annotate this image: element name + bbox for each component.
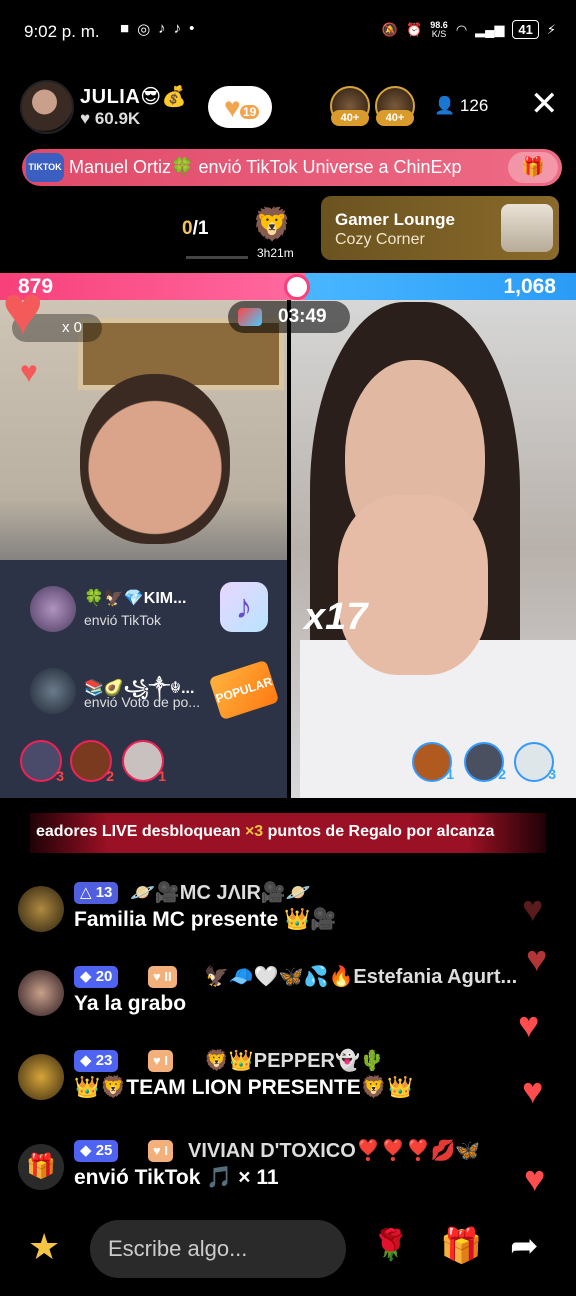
bottom-bar: ★ Escribe algo... 🌹 🎁 ➦ (0, 1210, 576, 1296)
commenter-name[interactable]: 🦅🧢🤍🦋💦🔥Estefania Agurt... (204, 964, 517, 989)
fan-badge: ♥ II (148, 966, 177, 988)
floating-heart-icon: ♥ (518, 1004, 540, 1045)
host-name[interactable]: JULIA😎💰 (80, 84, 187, 109)
level-badge: ◆ 20 (74, 966, 119, 988)
commenter-avatar[interactable] (18, 886, 64, 932)
more-dot-icon: • (189, 20, 195, 37)
heart-icon: ♥ (224, 92, 241, 123)
left-person-face (80, 374, 230, 544)
supporter-avatar[interactable]: 1 (412, 742, 454, 782)
commenter-avatar[interactable] (18, 970, 64, 1016)
right-person-hands (338, 495, 488, 675)
battery-indicator: 41 (512, 20, 539, 39)
gift-multiplier: x17 (304, 596, 368, 638)
tiktok-icon-2: ♪ (173, 20, 182, 37)
right-score: 1,068 (503, 275, 556, 298)
battle-score-bar: 879 1,068 (0, 273, 576, 300)
commenter-name[interactable]: VIVIAN D'TOXICO❣️❣️❣️💋🦋 (188, 1138, 480, 1163)
promo-banner[interactable]: eadores LIVE desbloquean ×3 puntos de Re… (30, 813, 546, 853)
comment-text: envió TikTok 🎵 × 11 (74, 1166, 279, 1189)
supporter-avatar[interactable]: 2 (70, 740, 114, 784)
lion-icon[interactable]: 🦁 (252, 205, 292, 243)
gift-icon: 🎁 (18, 1144, 64, 1190)
level-badge: △ 13 (74, 882, 119, 904)
star-icon[interactable]: ★ (28, 1226, 60, 1268)
battle-time: 03:49 (278, 306, 327, 327)
fan-badge: ♥ I (148, 1050, 173, 1072)
viewer-tag-1: 40+ (331, 110, 369, 126)
banner-text: Manuel Ortiz🍀 envió TikTok Universe a Ch… (69, 157, 462, 177)
net-speed: 98.6 K/S (430, 19, 448, 39)
supporter-avatar[interactable]: 1 (122, 740, 166, 784)
system-icons: 🔕 ⏰ 98.6 K/S ◠ ▂▄▆ 41 ⚡ (382, 20, 556, 39)
match-score: 0/1 (182, 218, 209, 239)
battle-flare-icon (284, 274, 310, 300)
floating-heart-small-icon: ♥ (20, 356, 38, 389)
notification-icons: ■ ◎ ♪ ♪ • (120, 20, 194, 38)
commenter-avatar[interactable] (18, 1054, 64, 1100)
supporter-avatar[interactable]: 3 (514, 742, 556, 782)
host-avatar[interactable] (20, 80, 74, 134)
comment-item[interactable]: ◆ 23 ♥ I 🦁👑PEPPER👻🌵 👑🦁TEAM LION PRESENTE… (18, 1050, 538, 1120)
alarm-icon: ⏰ (406, 21, 423, 37)
close-button[interactable]: ✕ (530, 86, 559, 122)
promo-text: eadores LIVE desbloquean ×3 puntos de Re… (36, 823, 495, 840)
tiktok-icon: ♪ (158, 20, 166, 37)
battle-icon (238, 308, 262, 326)
commenter-name[interactable]: 🪐🎥MC JΛIR🎥🪐 (130, 880, 311, 905)
gifter-name: 🍀🦅💎KIM... (84, 590, 187, 607)
follow-button[interactable]: ♥ 19 (208, 86, 272, 128)
mute-icon: 🔕 (381, 21, 399, 37)
floating-heart-icon: ♥ (522, 1070, 544, 1111)
comment-item[interactable]: 🎁 ◆ 25 ♥ I VIVIAN D'TOXICO❣️❣️❣️💋🦋 envió… (18, 1140, 538, 1210)
follow-count: 19 (240, 105, 260, 119)
fan-badge: ♥ I (148, 1140, 173, 1162)
comment-text: Familia MC presente 👑🎥 (74, 908, 337, 931)
status-time: 9:02 p. m. (24, 22, 100, 41)
gamer-subtitle: Cozy Corner (335, 231, 425, 248)
supporter-avatar[interactable]: 2 (464, 742, 506, 782)
floating-heart-icon: ♥ (524, 1158, 546, 1199)
whatsapp-icon: ◎ (137, 21, 151, 38)
gifter-avatar (30, 586, 76, 632)
gift-action: envió TikTok (84, 612, 162, 628)
rose-icon[interactable]: 🌹 (372, 1228, 409, 1263)
comment-item[interactable]: △ 13 🪐🎥MC JΛIR🎥🪐 Familia MC presente 👑🎥 (18, 882, 538, 952)
level-badge: ◆ 25 (74, 1140, 119, 1162)
coffee-cup-icon (501, 204, 553, 252)
gifter-avatar (30, 668, 76, 714)
viewer-count[interactable]: 👤 126 (434, 96, 488, 116)
commenter-name[interactable]: 🦁👑PEPPER👻🌵 (204, 1048, 385, 1073)
charging-icon: ⚡ (546, 21, 556, 37)
host-likes: ♥ 60.9K (80, 109, 141, 128)
viewer-tag-2: 40+ (376, 110, 414, 126)
tiktok-live-badge: TIKTOK LIVE (26, 153, 64, 182)
match-progress (186, 256, 248, 259)
share-icon[interactable]: ➦ (510, 1226, 539, 1266)
gamer-lounge-card[interactable]: Gamer Lounge Cozy Corner (321, 196, 559, 260)
comment-input[interactable]: Escribe algo... (90, 1220, 346, 1278)
comment-text: Ya la grabo (74, 992, 187, 1015)
battle-timer: 03:49 (228, 301, 350, 333)
lion-timer: 3h21m (257, 246, 294, 260)
video-icon: ■ (120, 20, 130, 37)
signal-icon: ▂▄▆ (475, 21, 505, 37)
gift-action: envió Voto de po... (84, 694, 200, 710)
gift-icon[interactable]: 🎁 (440, 1226, 482, 1266)
floating-heart-icon: ♥ (522, 888, 544, 929)
gift-notification[interactable]: 🍀🦅💎KIM... envió TikTok ♪ (24, 582, 268, 638)
level-badge: ◆ 23 (74, 1050, 119, 1072)
gift-box-icon[interactable]: 🎁 (508, 152, 558, 183)
floating-heart-icon: ♥ (2, 271, 44, 349)
floating-heart-icon: ♥ (526, 938, 548, 979)
comment-item[interactable]: ◆ 20 ♥ II 🦅🧢🤍🦋💦🔥Estefania Agurt... Ya la… (18, 966, 538, 1036)
person-icon: 👤 (434, 96, 456, 115)
supporter-avatar[interactable]: 3 (20, 740, 64, 784)
wifi-icon: ◠ (455, 21, 468, 37)
status-bar: 9:02 p. m. ■ ◎ ♪ ♪ • 🔕 ⏰ 98.6 K/S ◠ ▂▄▆ 4… (0, 0, 576, 64)
tiktok-gift-icon: ♪ (220, 582, 268, 632)
gift-banner[interactable]: TIKTOK LIVE Manuel Ortiz🍀 envió TikTok U… (22, 149, 562, 186)
gamer-title: Gamer Lounge (335, 210, 455, 229)
comment-text: 👑🦁TEAM LION PRESENTE🦁👑 (74, 1076, 414, 1099)
